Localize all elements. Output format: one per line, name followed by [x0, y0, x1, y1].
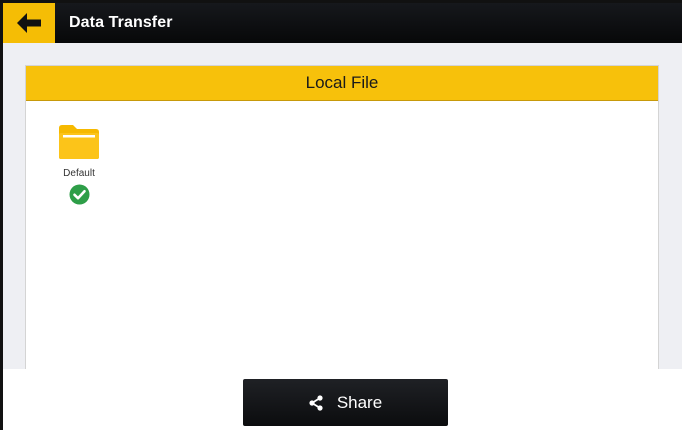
page-title: Data Transfer — [69, 14, 173, 31]
arrow-left-icon — [17, 13, 41, 33]
share-label: Share — [336, 392, 383, 412]
local-file-panel: Local File Default — [25, 65, 659, 370]
folder-name: Default — [63, 168, 95, 179]
folder-item-default[interactable]: Default — [58, 124, 100, 205]
share-button[interactable]: Share — [243, 379, 448, 426]
folder-icon — [59, 125, 99, 159]
check-circle-icon — [69, 184, 89, 205]
panel-header: Local File — [26, 66, 658, 101]
share-icon — [309, 394, 323, 411]
app-bar: Data Transfer — [3, 3, 682, 43]
panel-title: Local File — [305, 73, 379, 92]
back-button[interactable] — [3, 3, 55, 43]
